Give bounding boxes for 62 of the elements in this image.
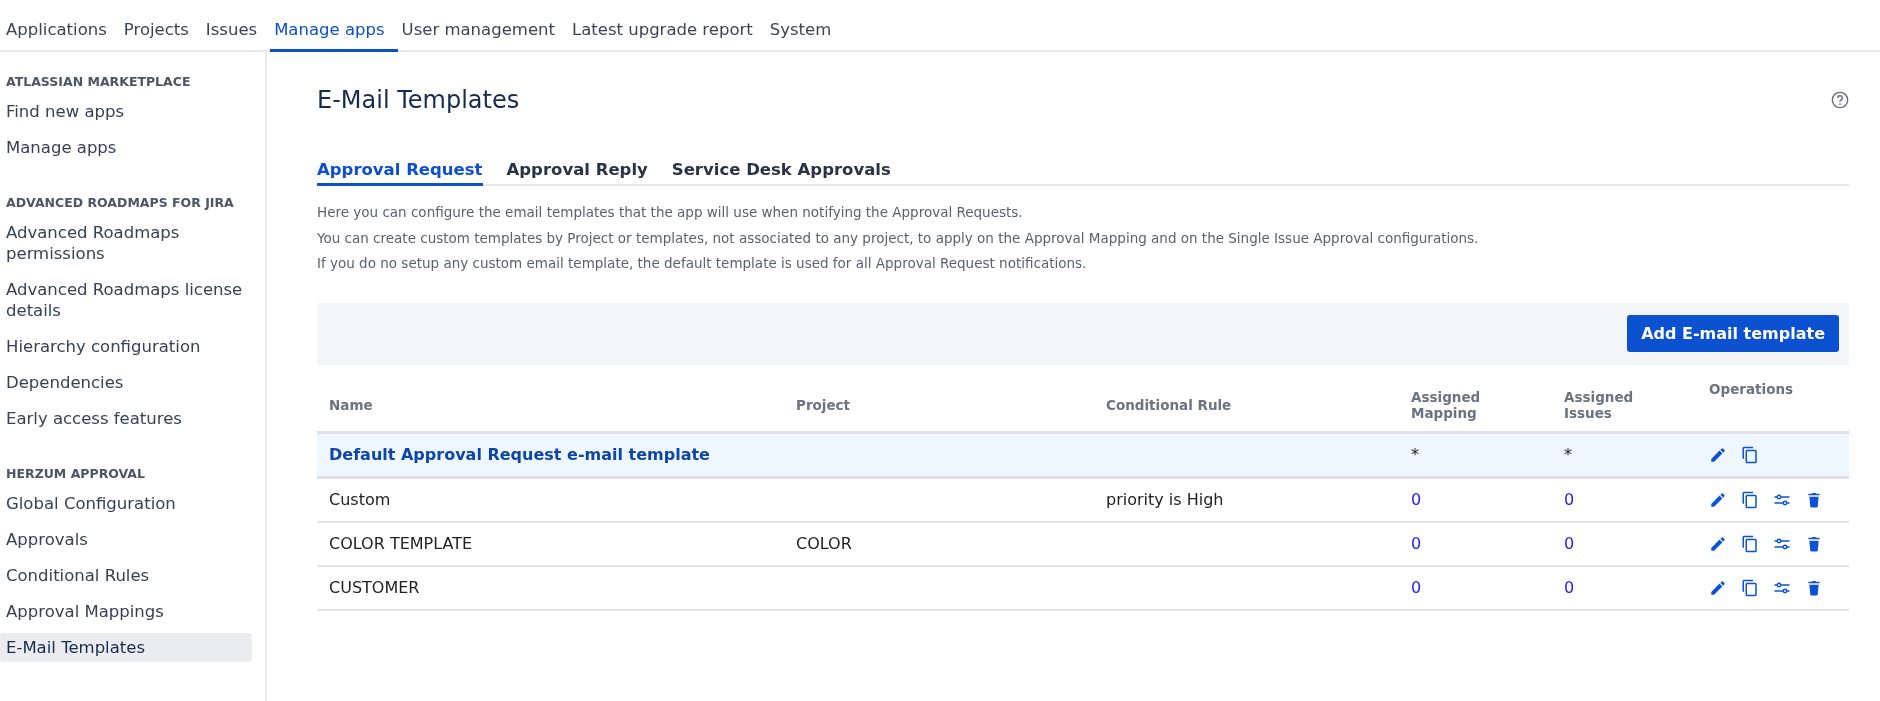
sidebar-item[interactable]: E-Mail Templates (0, 633, 252, 662)
nav-tab[interactable]: Issues (201, 0, 271, 52)
trash-icon[interactable] (1805, 578, 1823, 597)
description-text: If you do no setup any custom email template, the default template is used for all Approval Request notifications. (317, 254, 1088, 273)
column-header: Assigned Issues (1564, 388, 1634, 421)
sidebar-item[interactable]: Manage apps (0, 133, 252, 162)
sidebar-item[interactable]: Hierarchy configuration (0, 332, 252, 361)
copy-icon[interactable] (1741, 578, 1759, 597)
tab[interactable]: Approval Reply (506, 160, 648, 186)
sidebar-item[interactable]: Find new apps (0, 97, 252, 126)
edit-icon[interactable] (1709, 534, 1727, 553)
nav-tab[interactable]: User management (397, 0, 568, 52)
description-text: Here you can configure the email templates that the app will use when notifying the Approval Requests. (317, 203, 1024, 222)
copy-icon[interactable] (1741, 490, 1759, 509)
column-header: Conditional Rule (1106, 396, 1232, 413)
column-header: Name (329, 396, 373, 413)
sidebar-item[interactable]: Conditional Rules (0, 561, 252, 590)
table-cell: Custom (329, 490, 391, 509)
table-cell: COLOR TEMPLATE (329, 534, 473, 553)
table-cell: * (1411, 445, 1419, 464)
tab[interactable]: Service Desk Approvals (671, 160, 891, 186)
edit-icon[interactable] (1709, 490, 1727, 509)
nav-tab[interactable]: Manage apps (270, 0, 398, 52)
tab[interactable]: Approval Request (317, 160, 483, 186)
sidebar-heading: ATLASSIAN MARKETPLACE (6, 74, 192, 89)
table-cell: priority is High (1106, 490, 1224, 509)
nav-tab[interactable]: Applications (2, 0, 120, 52)
copy-icon[interactable] (1741, 445, 1759, 464)
column-header: Assigned Mapping (1411, 388, 1481, 421)
template-name-link[interactable]: Default Approval Request e-mail template (329, 445, 710, 464)
edit-icon[interactable] (1709, 578, 1727, 597)
sidebar-item[interactable]: Advanced Roadmaps permissions (0, 218, 252, 268)
sidebar-item[interactable]: Advanced Roadmaps license details (0, 275, 252, 325)
description-text: You can create custom templates by Project or templates, not associated to any project, to apply on the Approval Mapping and on the Single Issue Approval configurations. (317, 228, 1480, 248)
nav-tab[interactable]: Latest upgrade report (567, 0, 766, 52)
trash-icon[interactable] (1805, 490, 1823, 509)
count-link[interactable]: 0 (1564, 578, 1575, 597)
count-link[interactable]: 0 (1411, 534, 1422, 553)
sidebar-item[interactable]: Global Configuration (0, 489, 252, 518)
nav-tab[interactable]: System (765, 0, 845, 52)
table-cell: COLOR (796, 534, 852, 553)
page-title: E-Mail Templates (317, 86, 520, 114)
count-link[interactable]: 0 (1564, 534, 1575, 553)
nav-tab[interactable]: Projects (119, 0, 202, 52)
trash-icon[interactable] (1805, 534, 1823, 553)
copy-icon[interactable] (1741, 534, 1759, 553)
help-icon[interactable] (1831, 91, 1849, 109)
sidebar-heading: ADVANCED ROADMAPS FOR JIRA (6, 195, 235, 210)
add-template-button[interactable]: Add E-mail template (1627, 315, 1839, 352)
count-link[interactable]: 0 (1411, 490, 1422, 509)
sidebar-item[interactable]: Approval Mappings (0, 597, 252, 626)
table-cell: CUSTOMER (329, 578, 420, 597)
sidebar-item[interactable]: Early access features (0, 404, 252, 433)
table-cell: * (1564, 445, 1572, 464)
sidebar-heading: HERZUM APPROVAL (6, 466, 146, 481)
sidebar-item[interactable]: Dependencies (0, 368, 252, 397)
sidebar-item[interactable]: Approvals (0, 525, 252, 554)
column-header: Operations (1709, 380, 1794, 397)
count-link[interactable]: 0 (1411, 578, 1422, 597)
edit-icon[interactable] (1709, 445, 1727, 464)
column-header: Project (796, 396, 851, 413)
count-link[interactable]: 0 (1564, 490, 1575, 509)
